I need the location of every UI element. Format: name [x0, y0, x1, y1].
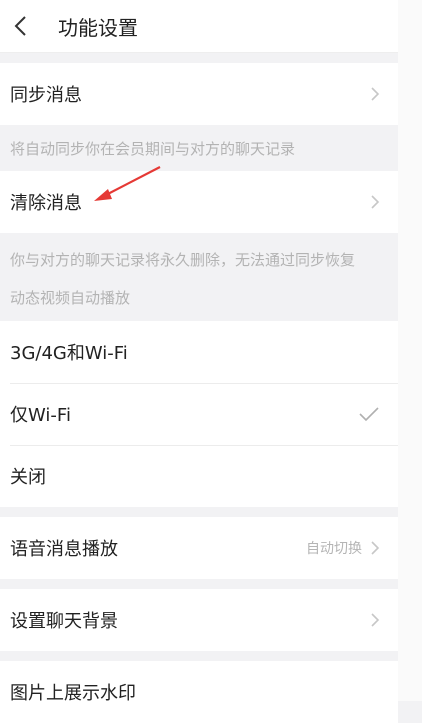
section-gap	[0, 53, 398, 63]
back-button[interactable]	[0, 0, 40, 52]
sync-messages-label: 同步消息	[10, 85, 82, 106]
image-watermark-row[interactable]: 图片上展示水印	[0, 661, 398, 723]
annotation-arrow	[94, 166, 161, 201]
clear-note: 你与对方的聊天记录将永久删除，无法通过同步恢复	[0, 233, 398, 285]
settings-page: 功能设置 同步消息 将自动同步你在会员期间与对方的聊天记录 清除消息 你与对方的…	[0, 0, 398, 723]
autoplay-option-label: 仅Wi-Fi	[10, 405, 71, 426]
autoplay-option-off[interactable]: 关闭	[0, 445, 398, 507]
autoplay-option-wifi-only[interactable]: 仅Wi-Fi	[0, 383, 398, 445]
section-gap	[0, 579, 398, 589]
right-edge-strip	[398, 0, 422, 701]
autoplay-option-label: 3G/4G和Wi-Fi	[10, 343, 128, 364]
autoplay-option-label: 关闭	[10, 467, 46, 488]
clear-messages-row[interactable]: 清除消息	[0, 171, 398, 233]
sync-note: 将自动同步你在会员期间与对方的聊天记录	[0, 125, 398, 171]
chat-background-label: 设置聊天背景	[10, 611, 118, 632]
chevron-right-icon	[370, 540, 380, 556]
chevron-right-icon	[370, 194, 380, 210]
section-gap	[0, 651, 398, 661]
checkmark-icon	[358, 406, 380, 422]
top-bar: 功能设置	[0, 0, 398, 53]
voice-playback-row[interactable]: 语音消息播放 自动切换	[0, 517, 398, 579]
autoplay-option-all-networks[interactable]: 3G/4G和Wi-Fi	[0, 321, 398, 383]
image-watermark-label: 图片上展示水印	[10, 683, 136, 704]
chevron-right-icon	[370, 612, 380, 628]
voice-playback-value: 自动切换	[306, 541, 362, 557]
back-icon	[13, 15, 27, 37]
voice-playback-label: 语音消息播放	[10, 539, 118, 560]
sync-messages-row[interactable]: 同步消息	[0, 63, 398, 125]
autoplay-section-label: 动态视频自动播放	[0, 285, 398, 321]
page-title: 功能设置	[58, 15, 138, 40]
section-gap	[0, 507, 398, 517]
chat-background-row[interactable]: 设置聊天背景	[0, 589, 398, 651]
clear-messages-label: 清除消息	[10, 193, 82, 214]
chevron-right-icon	[370, 86, 380, 102]
